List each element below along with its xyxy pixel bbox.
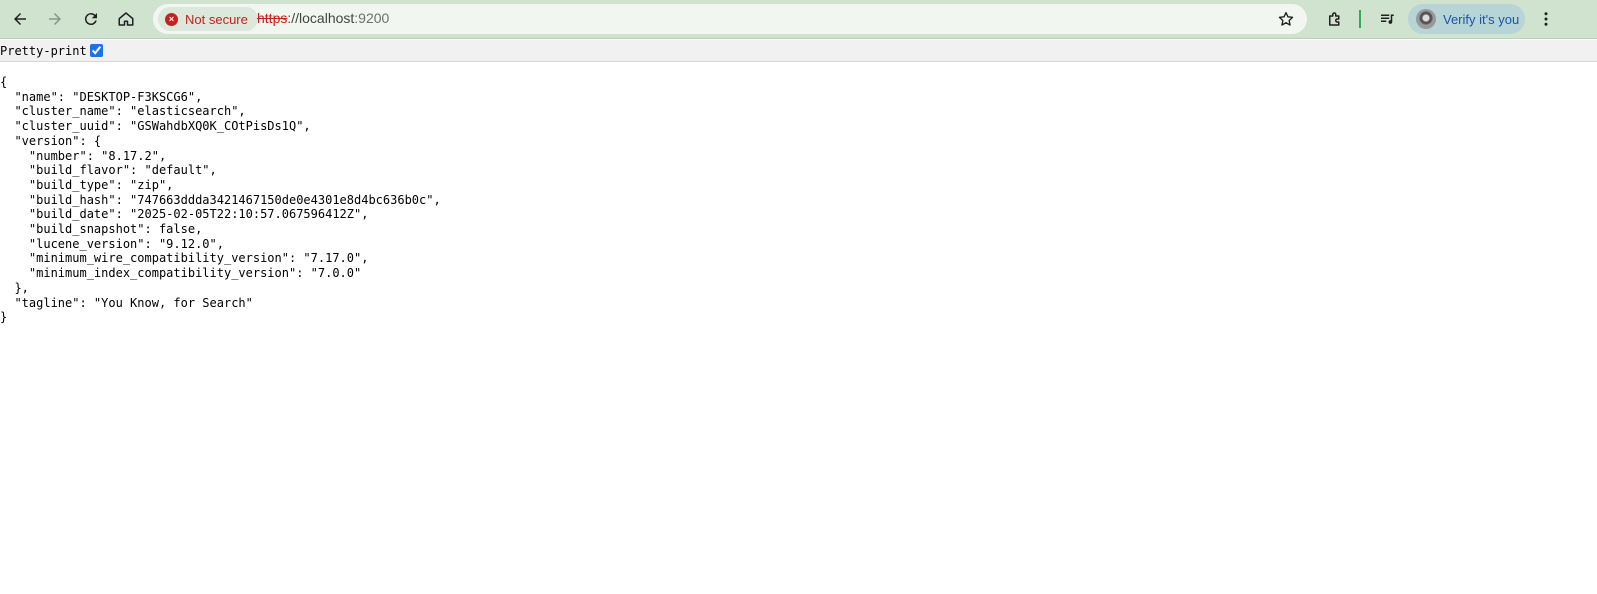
security-label: Not secure — [185, 11, 248, 27]
address-bar[interactable]: × Not secure https://localhost:9200 — [153, 4, 1307, 34]
not-secure-icon: × — [165, 12, 178, 26]
pretty-print-checkbox[interactable] — [89, 44, 103, 57]
json-line: "build_flavor": "default", — [0, 163, 217, 178]
back-arrow-icon — [14, 13, 26, 25]
pretty-print-bar: Pretty-print — [0, 40, 1597, 62]
media-controls-button[interactable] — [1374, 6, 1400, 32]
browser-toolbar: × Not secure https://localhost:9200 Veri… — [0, 0, 1597, 39]
json-line: "minimum_wire_compatibility_version": "7… — [0, 251, 369, 266]
json-line: "name": "DESKTOP-F3KSCG6", — [0, 89, 203, 104]
reload-button[interactable] — [78, 6, 104, 32]
json-line: "build_date": "2025-02-05T22:10:57.06759… — [0, 207, 369, 222]
json-line: "build_snapshot": false, — [0, 222, 203, 237]
json-line: "tagline": "You Know, for Search" — [0, 295, 253, 310]
profile-button[interactable]: Verify it's you — [1408, 4, 1525, 34]
json-line: "cluster_name": "elasticsearch", — [0, 104, 246, 119]
more-vert-icon — [1544, 12, 1548, 26]
star-icon[interactable] — [1277, 10, 1295, 28]
security-indicator[interactable]: × Not secure — [158, 7, 258, 31]
profile-label: Verify it's you — [1443, 11, 1520, 27]
url-host: localhost — [299, 10, 355, 26]
json-line: }, — [0, 280, 29, 295]
reload-icon — [84, 13, 97, 26]
extensions-button[interactable] — [1322, 6, 1348, 32]
json-line: } — [0, 310, 8, 325]
home-icon — [118, 12, 134, 26]
home-button[interactable] — [113, 6, 139, 32]
pretty-print-label[interactable]: Pretty-print — [0, 44, 87, 58]
browser-menu-button[interactable] — [1533, 6, 1559, 32]
url-scheme: https — [257, 10, 288, 26]
json-line: "version": { — [0, 133, 102, 148]
json-line: "cluster_uuid": "GSWahdbXQ0K_COtPisDs1Q"… — [0, 119, 311, 134]
toolbar-divider — [1359, 10, 1361, 28]
json-line: "lucene_version": "9.12.0", — [0, 236, 224, 251]
extensions-icon — [1329, 12, 1340, 26]
json-line: "minimum_index_compatibility_version": "… — [0, 266, 362, 281]
forward-arrow-icon — [49, 13, 61, 25]
json-response: { "name": "DESKTOP-F3KSCG6", "cluster_na… — [0, 75, 441, 325]
url-separator: :// — [287, 10, 300, 26]
json-line: { — [0, 75, 8, 89]
media-controls-icon — [1381, 14, 1394, 24]
json-line: "build_hash": "747663ddda3421467150de0e4… — [0, 192, 441, 207]
json-line: "number": "8.17.2", — [0, 148, 167, 163]
json-line: "build_type": "zip", — [0, 177, 174, 192]
url-port: :9200 — [354, 10, 390, 26]
forward-button[interactable] — [42, 6, 68, 32]
url-text[interactable]: https://localhost:9200 — [257, 10, 389, 26]
avatar-icon — [1416, 9, 1436, 29]
back-button[interactable] — [7, 6, 33, 32]
